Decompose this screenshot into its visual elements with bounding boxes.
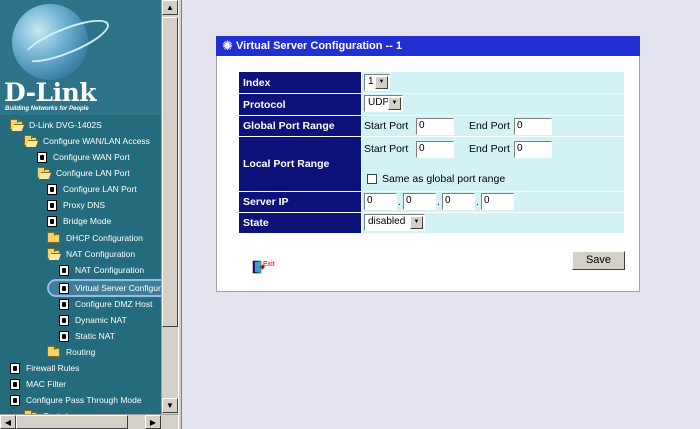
chevron-down-icon: ▼ <box>375 76 388 89</box>
document-icon <box>47 184 57 196</box>
scroll-down-button[interactable]: ▼ <box>162 398 178 413</box>
global-start-port-label: Start Port <box>364 120 409 132</box>
scroll-left-button[interactable]: ◀ <box>0 415 16 429</box>
server-ip-label: Server IP <box>239 192 361 212</box>
server-ip-octet-4[interactable]: 0 <box>481 193 514 210</box>
gear-star-icon: ✺ <box>222 38 233 53</box>
document-icon <box>10 395 20 407</box>
global-start-port-input[interactable]: 0 <box>416 118 454 135</box>
tree-item-static-nat[interactable]: Static NAT <box>59 328 115 344</box>
tree-item-proxy-dns[interactable]: Proxy DNS <box>47 197 105 213</box>
open-folder-icon <box>47 248 60 260</box>
panel-title: Virtual Server Configuration -- 1 <box>216 36 640 56</box>
open-folder-icon <box>24 135 37 147</box>
index-select[interactable]: 1 ▼ <box>364 74 390 91</box>
ip-separator: . <box>398 197 401 208</box>
document-icon <box>59 331 69 343</box>
tree-item-bridge-mode[interactable]: Bridge Mode <box>47 213 111 229</box>
tree-item-dhcp-configuration[interactable]: DHCP Configuration <box>47 230 143 246</box>
local-port-range-label: Local Port Range <box>239 137 361 191</box>
document-icon <box>59 315 69 327</box>
ip-separator: . <box>476 197 479 208</box>
tree-item-nat-folder[interactable]: NAT Configuration <box>47 246 135 262</box>
state-label: State <box>239 213 361 233</box>
save-button[interactable]: Save <box>572 251 625 270</box>
same-as-global-label: Same as global port range <box>382 173 506 185</box>
local-start-port-input[interactable]: 0 <box>416 141 454 158</box>
local-start-port-label: Start Port <box>364 143 409 155</box>
scroll-up-button[interactable]: ▲ <box>162 0 178 15</box>
index-cell <box>362 72 624 93</box>
chevron-down-icon: ▼ <box>410 216 423 229</box>
tree-item-firewall-rules[interactable]: Firewall Rules <box>10 360 79 376</box>
tree-item-configure-lan-folder[interactable]: Configure LAN Port <box>37 165 130 181</box>
tree-item-configure-wan-port[interactable]: Configure WAN Port <box>37 149 130 165</box>
document-icon <box>47 216 57 228</box>
document-icon <box>10 363 20 375</box>
tree-item-wan-lan-access[interactable]: Configure WAN/LAN Access <box>24 133 150 149</box>
scroll-right-button[interactable]: ▶ <box>145 415 161 429</box>
document-icon <box>59 299 69 311</box>
folder-icon <box>47 232 60 244</box>
horizontal-scroll-thumb[interactable] <box>16 415 128 429</box>
navigation-frame: D-Link Building Networks for People D-Li… <box>0 0 178 429</box>
tree-item-routing[interactable]: Routing <box>47 344 95 360</box>
document-icon <box>47 200 57 212</box>
protocol-label: Protocol <box>239 94 361 115</box>
vertical-scrollbar[interactable]: ▲ ▼ <box>161 0 178 414</box>
exit-label[interactable]: Exit <box>263 261 275 268</box>
server-ip-octet-1[interactable]: 0 <box>364 193 397 210</box>
global-port-range-label: Global Port Range <box>239 116 361 136</box>
local-end-port-input[interactable]: 0 <box>514 141 552 158</box>
same-as-global-checkbox[interactable] <box>367 174 377 184</box>
server-ip-octet-3[interactable]: 0 <box>442 193 475 210</box>
scroll-thumb[interactable] <box>162 17 178 327</box>
tree-item-mac-filter[interactable]: MAC Filter <box>10 376 66 392</box>
tree-item-dynamic-nat[interactable]: Dynamic NAT <box>59 312 127 328</box>
index-label: Index <box>239 72 361 93</box>
global-end-port-label: End Port <box>469 120 510 132</box>
document-icon <box>59 283 69 295</box>
logo-area: D-Link Building Networks for People <box>0 0 161 115</box>
folder-icon <box>47 346 60 358</box>
tree-item-pass-through-mode[interactable]: Configure Pass Through Mode <box>10 392 142 408</box>
tree-item-device[interactable]: D-Link DVG-1402S <box>10 117 102 133</box>
open-folder-icon <box>10 119 23 131</box>
global-end-port-input[interactable]: 0 <box>514 118 552 135</box>
document-icon <box>10 379 20 391</box>
chevron-down-icon: ▼ <box>388 97 401 110</box>
ip-separator: . <box>437 197 440 208</box>
document-icon <box>59 265 69 277</box>
tree-item-virtual-server[interactable]: Virtual Server Configurat <box>59 280 168 296</box>
local-end-port-label: End Port <box>469 143 510 155</box>
state-select[interactable]: disabled ▼ <box>364 214 425 231</box>
brand-logo: D-Link <box>4 78 97 107</box>
horizontal-scrollbar[interactable]: ◀ ▶ <box>0 414 178 429</box>
brand-slogan: Building Networks for People <box>5 106 89 112</box>
document-icon <box>37 152 47 164</box>
tree-item-nat-configuration[interactable]: NAT Configuration <box>59 262 144 278</box>
tree-item-dmz-host[interactable]: Configure DMZ Host <box>59 296 152 312</box>
open-folder-icon <box>37 167 50 179</box>
server-ip-octet-2[interactable]: 0 <box>403 193 436 210</box>
tree-item-configure-lan-port[interactable]: Configure LAN Port <box>47 181 137 197</box>
protocol-select[interactable]: UDP ▼ <box>364 95 403 112</box>
